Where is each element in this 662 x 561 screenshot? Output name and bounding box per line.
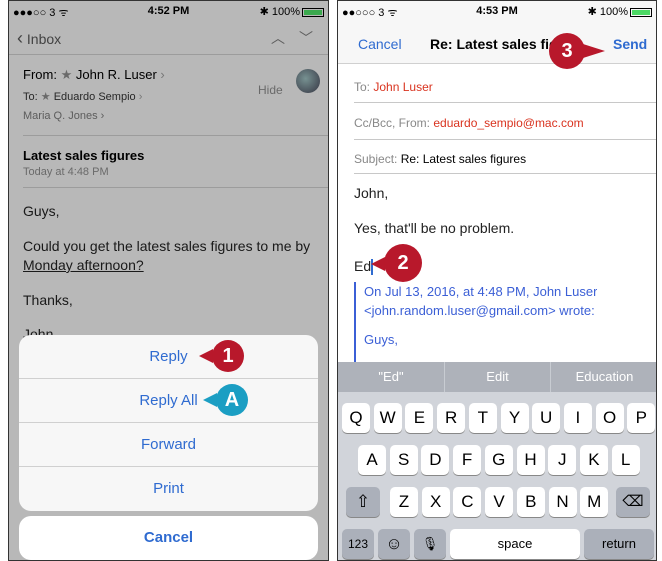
battery-icon (630, 7, 652, 17)
right-phone-screen: ●●○○○ 3 ᯤ 4:53 PM ✱ 100% Cancel Re: Late… (337, 0, 657, 561)
to-field[interactable]: To: John Luser (354, 80, 433, 94)
suggestion-bar: "Ed" Edit Education (338, 362, 656, 392)
key-f[interactable]: F (453, 445, 482, 475)
callout-pointer (199, 349, 213, 363)
emoji-key[interactable]: ☺ (378, 529, 410, 559)
delete-key[interactable]: ⌫ (616, 487, 650, 517)
callout-3: 3 (549, 33, 585, 69)
key-c[interactable]: C (453, 487, 482, 517)
key-r[interactable]: R (437, 403, 466, 433)
callout-pointer (371, 257, 385, 271)
key-y[interactable]: Y (500, 403, 529, 433)
key-g[interactable]: G (484, 445, 513, 475)
compose-title: Re: Latest sales figu (430, 36, 567, 52)
key-b[interactable]: B (516, 487, 545, 517)
battery-indicator: ✱ 100% (588, 5, 652, 18)
key-k[interactable]: K (579, 445, 608, 475)
key-q[interactable]: Q (342, 403, 370, 433)
key-s[interactable]: S (389, 445, 418, 475)
key-t[interactable]: T (468, 403, 497, 433)
body-greeting: John, (354, 185, 389, 201)
key-u[interactable]: U (532, 403, 561, 433)
key-i[interactable]: I (563, 403, 592, 433)
key-x[interactable]: X (421, 487, 450, 517)
callout-pointer (583, 44, 605, 58)
key-v[interactable]: V (485, 487, 514, 517)
callout-1: 1 (212, 340, 244, 372)
cc-from-field[interactable]: Cc/Bcc, From: eduardo_sempio@mac.com (354, 116, 584, 130)
suggestion-3[interactable]: Education (551, 362, 656, 392)
return-key[interactable]: return (584, 529, 654, 559)
print-button[interactable]: Print (19, 467, 318, 511)
subject-field[interactable]: Subject: Re: Latest sales figures (354, 152, 526, 166)
callout-a: A (216, 384, 248, 416)
shift-key[interactable]: ⇧ (346, 487, 380, 517)
left-phone-screen: ●●●○○ 3 ᯤ 4:52 PM ✱ 100% ‹ Inbox ︿ ﹀ Fro… (8, 0, 329, 561)
space-key[interactable]: space (450, 529, 580, 559)
key-n[interactable]: N (548, 487, 577, 517)
key-d[interactable]: D (421, 445, 450, 475)
callout-2: 2 (384, 244, 422, 282)
key-h[interactable]: H (516, 445, 545, 475)
key-j[interactable]: J (548, 445, 577, 475)
body-line: Yes, that'll be no problem. (354, 220, 515, 236)
send-button[interactable]: Send (613, 36, 647, 52)
cancel-button[interactable]: Cancel (19, 516, 318, 560)
key-m[interactable]: M (580, 487, 609, 517)
callout-pointer (203, 393, 217, 407)
numbers-key[interactable]: 123 (342, 529, 374, 559)
key-a[interactable]: A (358, 445, 386, 475)
suggestion-1[interactable]: "Ed" (338, 362, 444, 392)
microphone-key[interactable]: 🎙 (414, 529, 446, 559)
key-o[interactable]: O (595, 403, 624, 433)
keyboard: "Ed" Edit Education QWERTYUIOP ASDFGHJKL… (338, 362, 656, 560)
action-sheet: Reply Reply All Forward Print (19, 335, 318, 511)
quoted-message: On Jul 13, 2016, at 4:48 PM, John Luser … (354, 282, 597, 362)
key-p[interactable]: P (627, 403, 656, 433)
reply-all-button[interactable]: Reply All (19, 379, 318, 423)
forward-button[interactable]: Forward (19, 423, 318, 467)
cancel-button[interactable]: Cancel (358, 36, 402, 52)
compose-nav-bar: Cancel Re: Latest sales figu Send (338, 22, 656, 64)
key-e[interactable]: E (405, 403, 434, 433)
key-w[interactable]: W (373, 403, 402, 433)
status-bar: ●●○○○ 3 ᯤ 4:53 PM ✱ 100% (338, 1, 656, 22)
reply-button[interactable]: Reply (19, 335, 318, 379)
key-z[interactable]: Z (390, 487, 418, 517)
suggestion-2[interactable]: Edit (444, 362, 551, 392)
key-l[interactable]: L (611, 445, 640, 475)
